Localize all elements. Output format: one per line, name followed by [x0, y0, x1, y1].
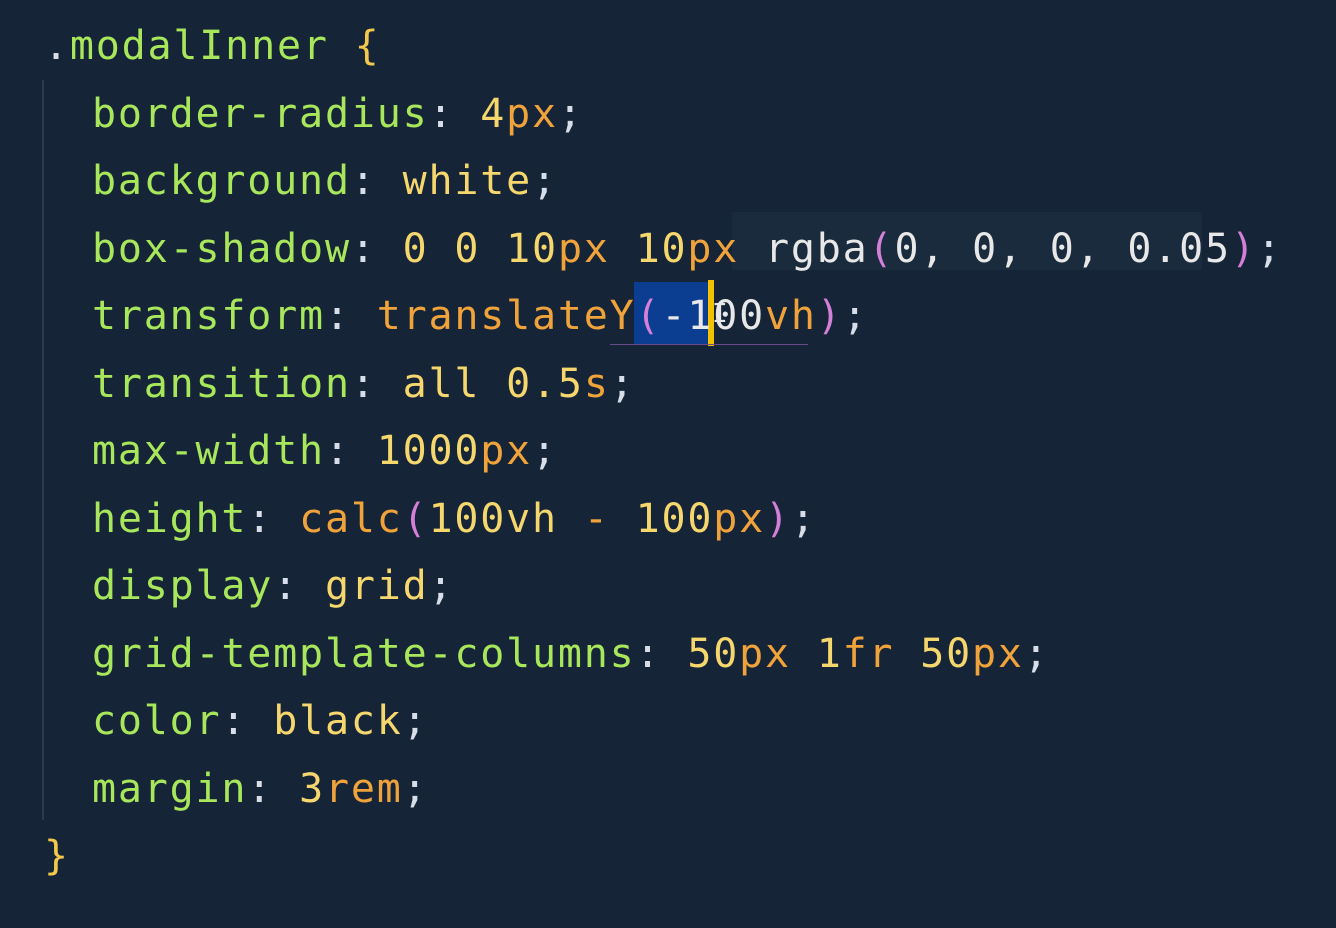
colon: : — [350, 158, 377, 204]
unit: vh — [506, 496, 558, 542]
code-line-selector[interactable]: .modalInner { — [44, 12, 381, 80]
unit: px — [687, 226, 740, 272]
colon: : — [350, 361, 377, 407]
unit: px — [972, 631, 1024, 677]
code-line-transform[interactable]: transform: translateY(-100vh); — [92, 282, 869, 350]
property-name: grid-template-columns — [92, 631, 636, 677]
property-name: max-width — [92, 428, 325, 474]
number: 50 — [920, 631, 973, 677]
code-line-color[interactable]: color: black; — [92, 687, 429, 755]
code-line-close-brace[interactable]: } — [44, 822, 70, 890]
value: white — [402, 158, 533, 204]
colon: : — [221, 698, 248, 744]
semicolon: ; — [532, 158, 558, 204]
open-paren: ( — [402, 496, 429, 542]
code-editor[interactable]: .modalInner { border-radius: 4px; backgr… — [0, 0, 1336, 928]
open-brace: { — [354, 23, 381, 69]
mouse-ibeam-icon: I — [712, 299, 728, 329]
code-line-background[interactable]: background: white; — [92, 147, 558, 215]
function-args: 0, 0, 0, 0.05 — [894, 226, 1231, 272]
value: all — [402, 361, 481, 407]
selector-dot: . — [44, 23, 70, 69]
number: 1000 — [376, 428, 481, 474]
value: grid — [324, 563, 429, 609]
property-name: background — [92, 158, 351, 204]
property-name: color — [92, 698, 222, 744]
unit: px — [557, 226, 610, 272]
number: 0 — [454, 226, 481, 272]
unit: fr — [842, 631, 895, 677]
code-line-box-shadow[interactable]: box-shadow: 0 0 10px 10px rgba(0, 0, 0, … — [92, 215, 1283, 283]
property-name: transition — [92, 361, 351, 407]
number: 0 — [739, 293, 765, 339]
unit: px — [506, 91, 558, 137]
code-line-height[interactable]: height: calc(100vh - 100px); — [92, 485, 817, 553]
function-name: rgba — [765, 226, 869, 272]
semicolon: ; — [609, 361, 636, 407]
function-name: calc — [299, 496, 403, 542]
property-name: transform — [92, 293, 325, 339]
function-name: translateY — [376, 293, 636, 339]
selector-name: modalInner — [69, 23, 329, 69]
property-name: border-radius — [92, 91, 429, 137]
close-paren: ) — [765, 496, 791, 542]
semicolon: ; — [842, 293, 869, 339]
colon: : — [247, 496, 274, 542]
colon: : — [324, 293, 351, 339]
code-line-grid-template-columns[interactable]: grid-template-columns: 50px 1fr 50px; — [92, 620, 1050, 688]
code-line-max-width[interactable]: max-width: 1000px; — [92, 417, 558, 485]
close-paren: ) — [816, 293, 843, 339]
number: 10 — [635, 226, 688, 272]
close-brace: } — [44, 833, 70, 879]
semicolon: ; — [428, 563, 455, 609]
indent-guide — [42, 80, 44, 820]
number: 3 — [299, 766, 325, 812]
unit: px — [480, 428, 533, 474]
close-paren: ) — [1230, 226, 1257, 272]
semicolon: ; — [532, 428, 558, 474]
number: 1 — [816, 631, 843, 677]
number: 100 — [635, 496, 714, 542]
colon: : — [635, 631, 662, 677]
unit: px — [739, 631, 791, 677]
number: 50 — [687, 631, 740, 677]
number: 0.5 — [506, 361, 584, 407]
number: 100 — [428, 496, 507, 542]
property-name: display — [92, 563, 274, 609]
code-line-margin[interactable]: margin: 3rem; — [92, 755, 429, 823]
operator: - — [583, 496, 610, 542]
unit: px — [713, 496, 766, 542]
number: 4 — [480, 91, 507, 137]
code-line-transition[interactable]: transition: all 0.5s; — [92, 350, 636, 418]
property-name: box-shadow — [92, 226, 351, 272]
open-paren: ( — [635, 293, 662, 339]
colon: : — [350, 226, 377, 272]
property-name: margin — [92, 766, 248, 812]
code-line-border-radius[interactable]: border-radius: 4px; — [92, 80, 584, 148]
colon: : — [324, 428, 351, 474]
colon: : — [247, 766, 274, 812]
semicolon: ; — [402, 766, 429, 812]
number: 0 — [402, 226, 429, 272]
unit: s — [583, 361, 610, 407]
number: 10 — [506, 226, 558, 272]
semicolon: ; — [557, 91, 584, 137]
value: black — [273, 698, 403, 744]
semicolon: ; — [1023, 631, 1050, 677]
semicolon: ; — [1256, 226, 1283, 272]
semicolon: ; — [790, 496, 817, 542]
semicolon: ; — [402, 698, 429, 744]
property-name: height — [92, 496, 248, 542]
unit: vh — [765, 293, 817, 339]
open-paren: ( — [868, 226, 895, 272]
code-line-display[interactable]: display: grid; — [92, 552, 454, 620]
colon: : — [273, 563, 300, 609]
colon: : — [428, 91, 455, 137]
unit: rem — [324, 766, 403, 812]
